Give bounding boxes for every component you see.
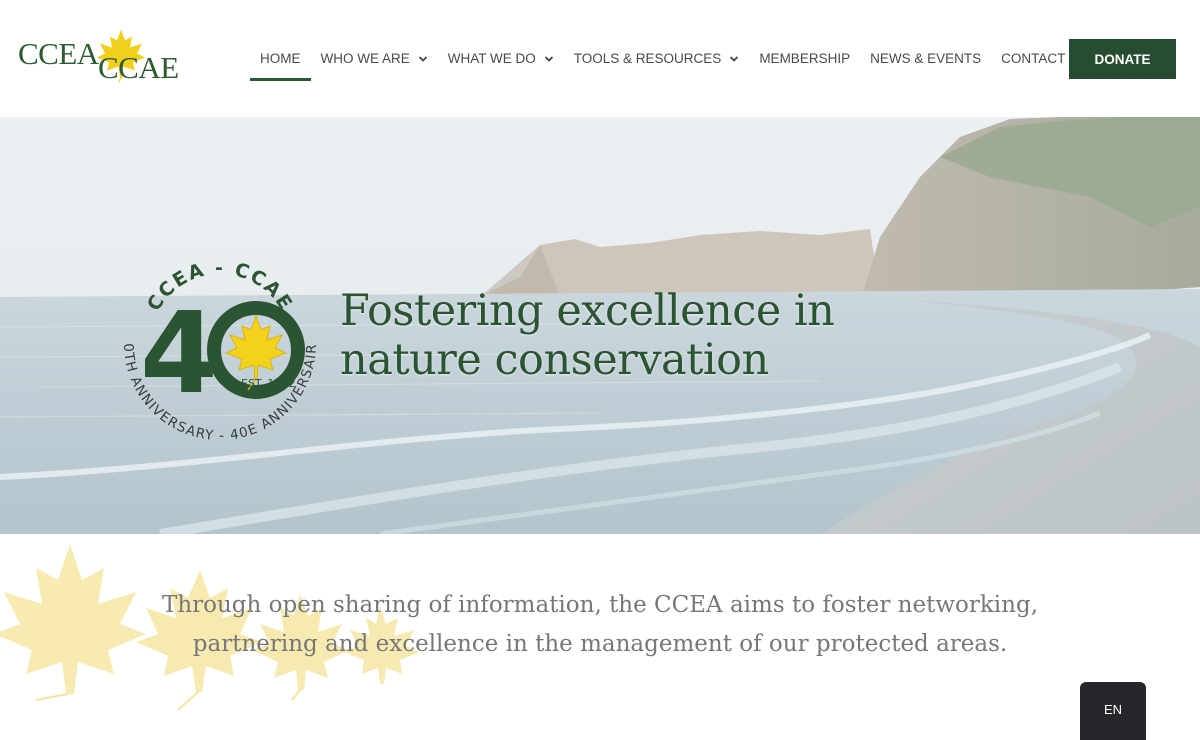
hero-banner: CCEA - CCAE 40TH ANNIVERSARY - 40E ANNIV… (0, 117, 1200, 534)
anniversary-badge: CCEA - CCAE 40TH ANNIVERSARY - 40E ANNIV… (110, 234, 319, 444)
site-logo[interactable]: CCEA CCAE (18, 26, 188, 86)
chevron-down-icon (730, 55, 739, 62)
donate-button[interactable]: DONATE (1069, 39, 1176, 79)
nav-news-events-label: NEWS & EVENTS (870, 51, 982, 66)
logo-text-ccea: CCEA (18, 36, 99, 71)
logo-text-ccae: CCAE (98, 50, 179, 85)
nav-membership-label: MEMBERSHIP (759, 51, 851, 66)
nav-what-we-do-label: WHAT WE DO (447, 51, 536, 66)
chevron-down-icon (544, 55, 553, 62)
hero-headline: Fostering excellence in nature conservat… (340, 286, 835, 385)
intro-section: Through open sharing of information, the… (0, 534, 1200, 740)
site-header: CCEA CCAE HOME WHO WE ARE WHAT WE DO TOO… (0, 0, 1200, 117)
nav-tools-resources[interactable]: TOOLS & RESOURCES (564, 39, 750, 79)
nav-membership[interactable]: MEMBERSHIP (749, 39, 860, 79)
chevron-down-icon (418, 55, 427, 62)
maple-leaf-icon (224, 314, 288, 381)
intro-text: Through open sharing of information, the… (100, 586, 1100, 664)
nav-news-events[interactable]: NEWS & EVENTS (860, 39, 991, 79)
hero-headline-line2: nature conservation (340, 335, 769, 385)
nav-home-label: HOME (260, 51, 301, 66)
nav-who-we-are[interactable]: WHO WE ARE (311, 39, 438, 79)
nav-tools-resources-label: TOOLS & RESOURCES (573, 51, 722, 66)
hero-headline-line1: Fostering excellence in (340, 286, 835, 336)
intro-text-line1: Through open sharing of information, the… (161, 592, 1039, 618)
main-nav: HOME WHO WE ARE WHAT WE DO TOOLS & RESOU… (250, 0, 1098, 117)
nav-who-we-are-label: WHO WE ARE (320, 51, 410, 66)
intro-text-line2: partnering and excellence in the managem… (192, 631, 1008, 657)
badge-number-four: 4 (140, 289, 218, 419)
nav-what-we-do[interactable]: WHAT WE DO (438, 39, 564, 79)
language-switcher[interactable]: EN (1080, 682, 1146, 740)
nav-home[interactable]: HOME (250, 39, 311, 81)
badge-established: EST. 1982 (241, 377, 295, 390)
